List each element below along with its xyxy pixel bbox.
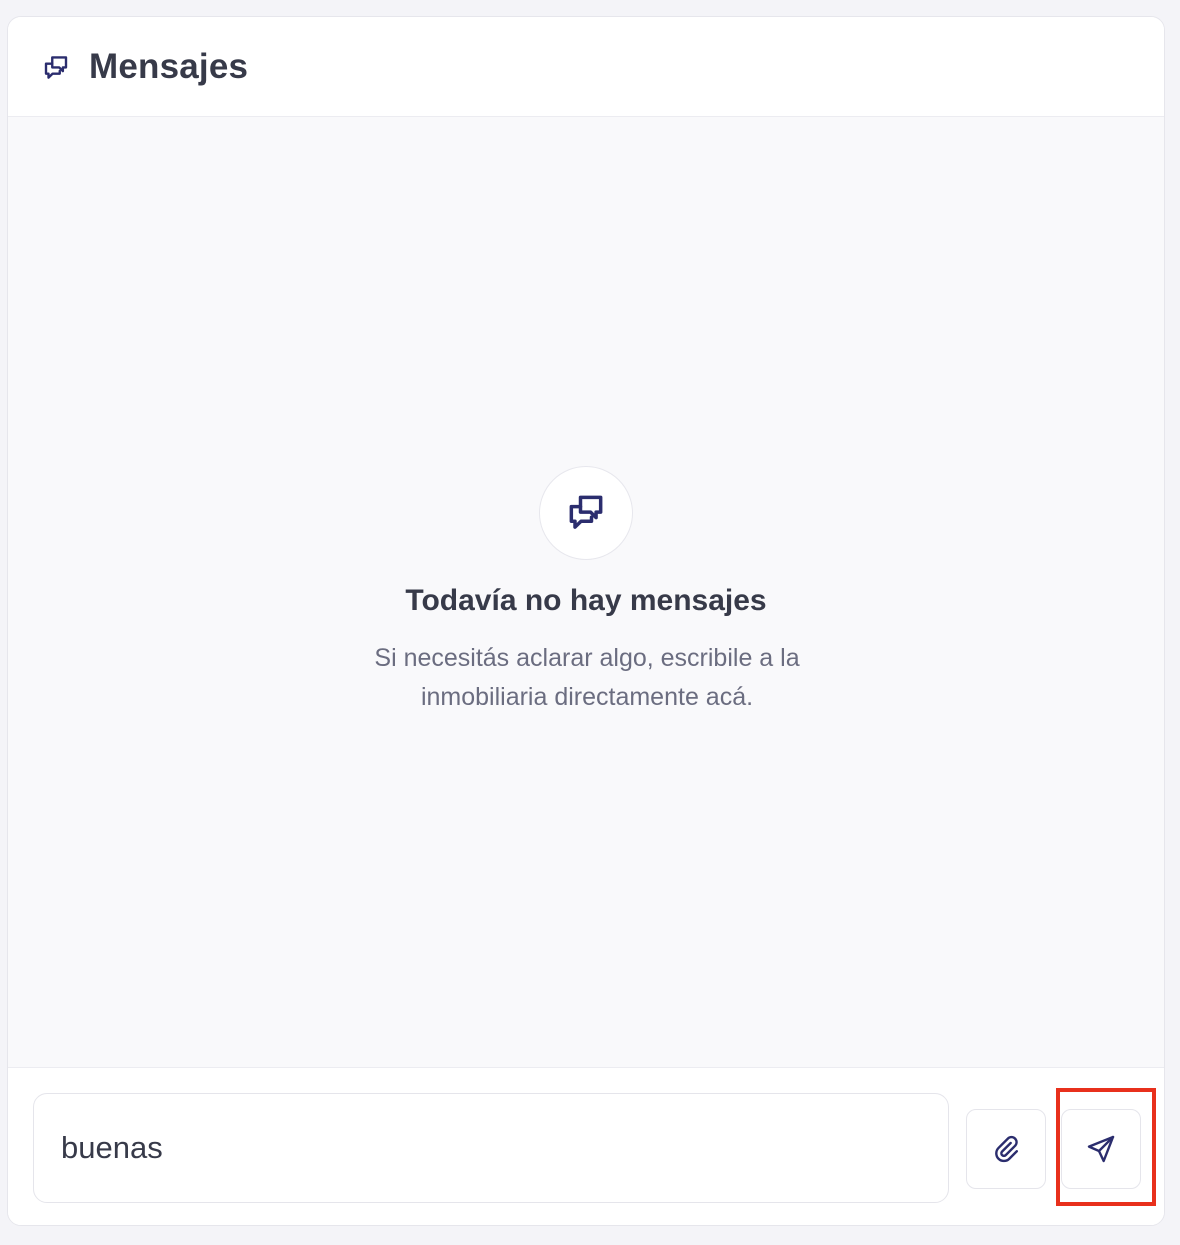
page-title: Mensajes	[89, 47, 249, 86]
messages-list-area: Todavía no hay mensajes Si necesitás acl…	[8, 117, 1164, 1067]
attach-button[interactable]	[966, 1109, 1046, 1189]
message-input[interactable]	[33, 1093, 949, 1203]
paperclip-icon	[995, 1135, 1018, 1163]
chat-bubbles-icon	[569, 495, 603, 529]
messages-card: Mensajes Todavía no hay mensajes Si nece…	[7, 16, 1165, 1226]
message-composer	[8, 1067, 1164, 1225]
send-button[interactable]	[1061, 1109, 1141, 1189]
empty-state-title: Todavía no hay mensajes	[405, 584, 767, 617]
send-icon	[1087, 1135, 1115, 1163]
chat-bubbles-icon	[44, 56, 68, 79]
empty-state-icon-circle	[539, 466, 633, 560]
messages-header: Mensajes	[8, 17, 1164, 117]
empty-state-subtitle: Si necesitás aclarar algo, escribile a l…	[374, 644, 800, 711]
